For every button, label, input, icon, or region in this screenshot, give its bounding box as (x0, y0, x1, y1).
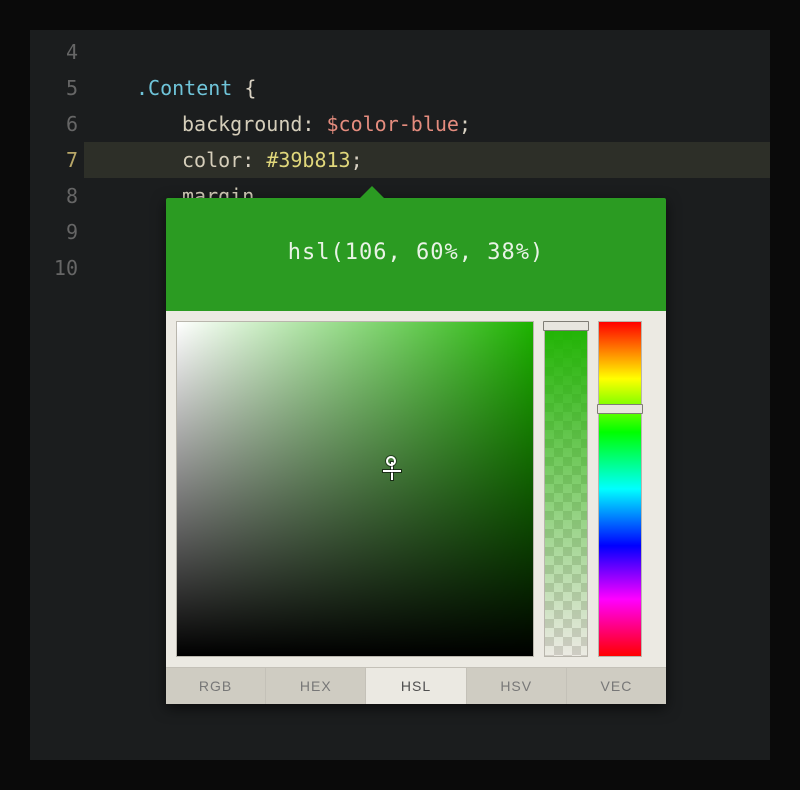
color-picker: hsl(106, 60%, 38%) RGB HEX HSL HSV VEC (166, 198, 666, 704)
hue-handle[interactable] (597, 404, 643, 414)
line-number: 8 (30, 178, 78, 214)
line-number: 6 (30, 106, 78, 142)
token-punct: ; (351, 148, 363, 172)
line-number: 4 (30, 34, 78, 70)
code-line[interactable] (90, 34, 770, 70)
token-punct: : (302, 112, 326, 136)
picker-body (166, 311, 666, 667)
hue-slider[interactable] (598, 321, 642, 657)
code-line[interactable]: .Content { (90, 70, 770, 106)
color-readout: hsl(106, 60%, 38%) (166, 198, 666, 311)
tab-vec[interactable]: VEC (567, 668, 666, 704)
alpha-slider[interactable] (544, 321, 588, 657)
token-variable: $color-blue (327, 112, 459, 136)
tab-rgb[interactable]: RGB (166, 668, 266, 704)
tab-hsl[interactable]: HSL (366, 668, 466, 704)
line-number: 5 (30, 70, 78, 106)
token-punct: ; (459, 112, 471, 136)
gutter: 4 5 6 7 8 9 10 (30, 30, 90, 290)
token-hex-color: #39b813 (266, 148, 350, 172)
code-line-active[interactable]: color: #39b813; (84, 142, 770, 178)
line-number-active: 7 (30, 142, 78, 178)
token-prop: background (182, 112, 302, 136)
token-punct: : (242, 148, 266, 172)
tab-hsv[interactable]: HSV (467, 668, 567, 704)
format-tabs: RGB HEX HSL HSV VEC (166, 667, 666, 704)
tab-hex[interactable]: HEX (266, 668, 366, 704)
line-number: 10 (30, 250, 78, 286)
line-number: 9 (30, 214, 78, 250)
token-prop: color (182, 148, 242, 172)
alpha-handle[interactable] (543, 321, 589, 331)
token-punct: { (232, 76, 256, 100)
code-line[interactable]: background: $color-blue; (90, 106, 770, 142)
token-selector: .Content (136, 76, 232, 100)
saturation-value-panel[interactable] (176, 321, 534, 657)
